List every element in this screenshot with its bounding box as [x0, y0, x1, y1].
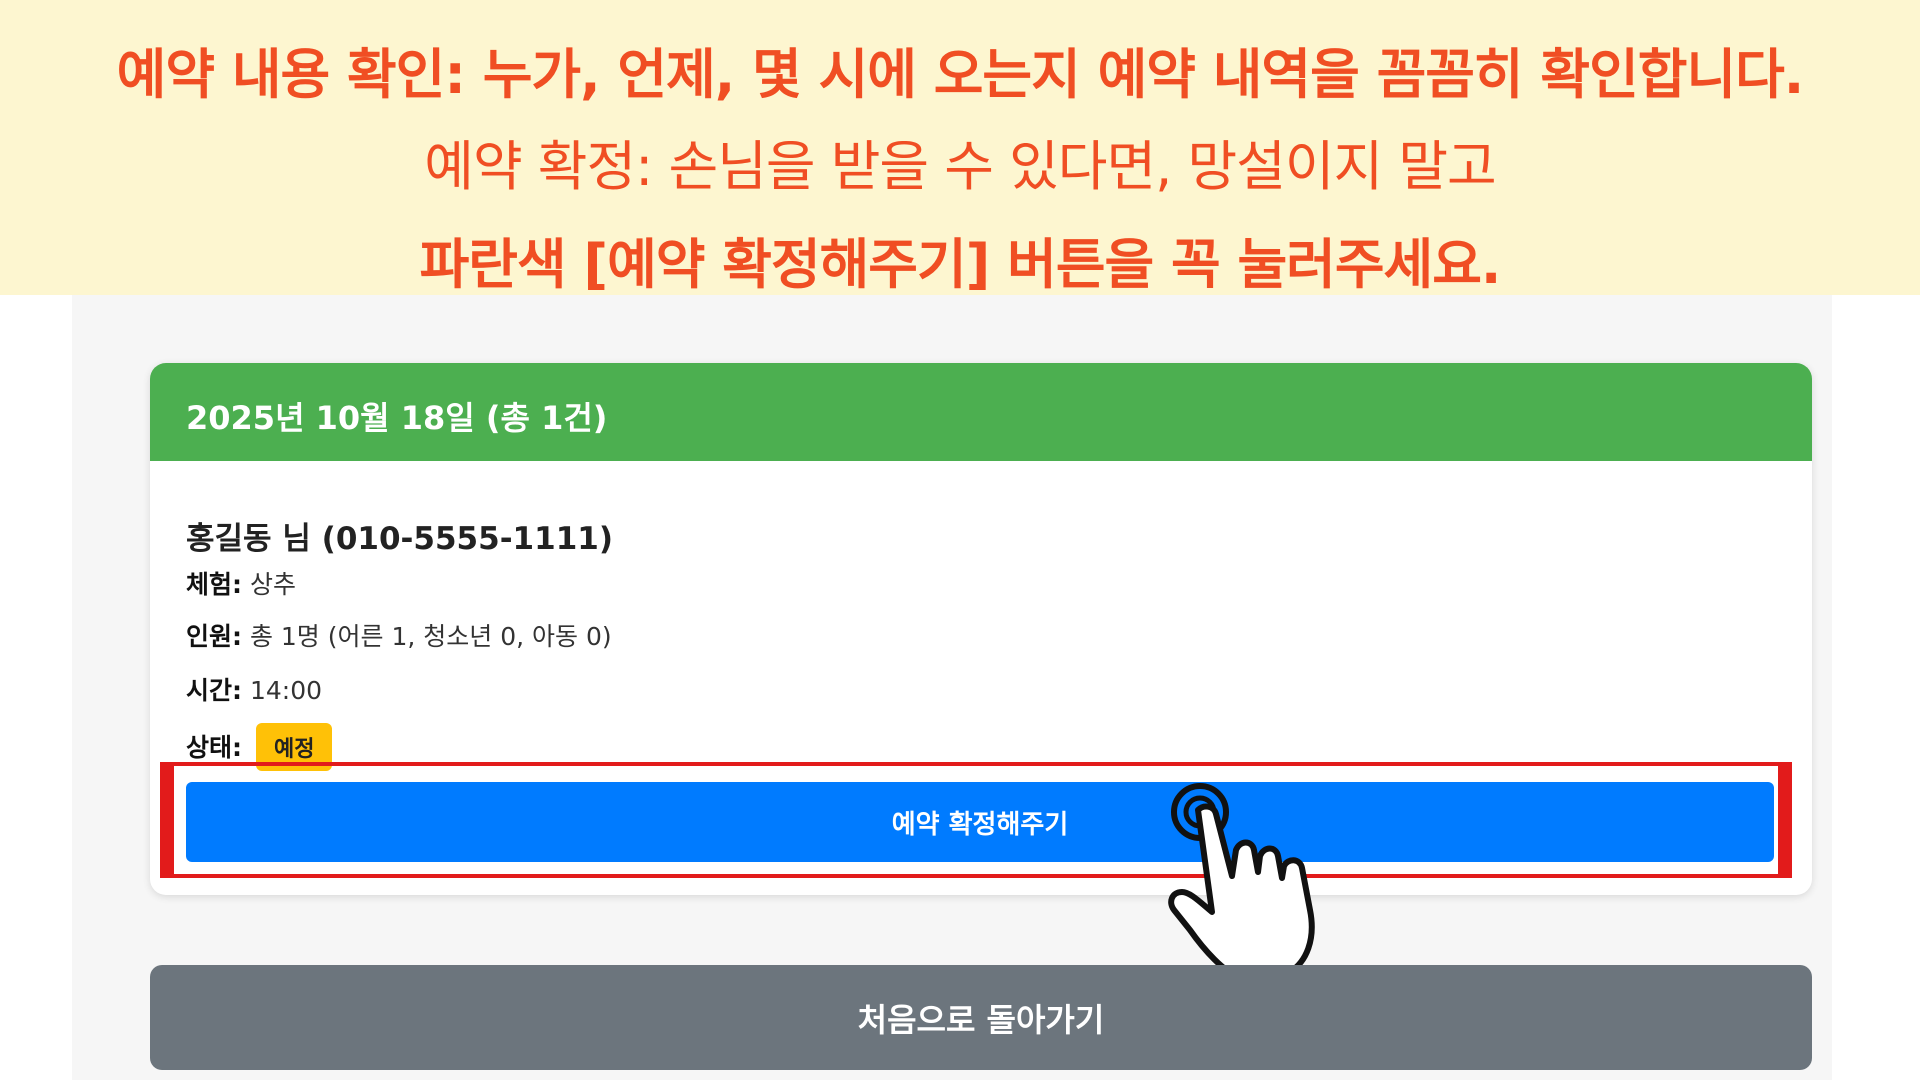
people-label: 인원: — [186, 622, 242, 651]
highlight-left-edge — [160, 762, 174, 878]
guest-name: 홍길동 님 (010-5555-1111) — [186, 521, 614, 557]
people-row: 인원: 총 1명 (어른 1, 청소년 0, 아동 0) — [186, 617, 612, 653]
time-value: 14:00 — [249, 676, 322, 705]
instruction-line-1: 예약 내용 확인: 누가, 언제, 몇 시에 오는지 예약 내역을 꼼꼼히 확인… — [116, 43, 1805, 106]
time-label: 시간: — [186, 676, 242, 705]
status-label: 상태: — [186, 733, 242, 762]
card-header: 2025년 10월 18일 (총 1건) — [150, 363, 1812, 461]
instruction-banner: 예약 내용 확인: 누가, 언제, 몇 시에 오는지 예약 내역을 꼼꼼히 확인… — [0, 0, 1920, 296]
back-to-home-button[interactable]: 처음으로 돌아가기 — [150, 965, 1812, 1070]
experience-row: 체험: 상추 — [186, 565, 296, 601]
time-row: 시간: 14:00 — [186, 671, 322, 707]
reservation-date-title: 2025년 10월 18일 (총 1건) — [186, 399, 608, 437]
confirm-reservation-button[interactable]: 예약 확정해주기 — [186, 782, 1774, 862]
experience-value: 상추 — [249, 570, 296, 599]
instruction-line-3: 파란색 [예약 확정해주기] 버튼을 꼭 눌러주세요. — [419, 233, 1502, 296]
pointing-hand-icon — [1168, 783, 1315, 980]
instruction-line-2: 예약 확정: 손님을 받을 수 있다면, 망설이지 말고 — [424, 135, 1496, 198]
people-value: 총 1명 (어른 1, 청소년 0, 아동 0) — [249, 622, 612, 651]
experience-label: 체험: — [186, 570, 242, 599]
highlight-right-edge — [1778, 762, 1792, 878]
